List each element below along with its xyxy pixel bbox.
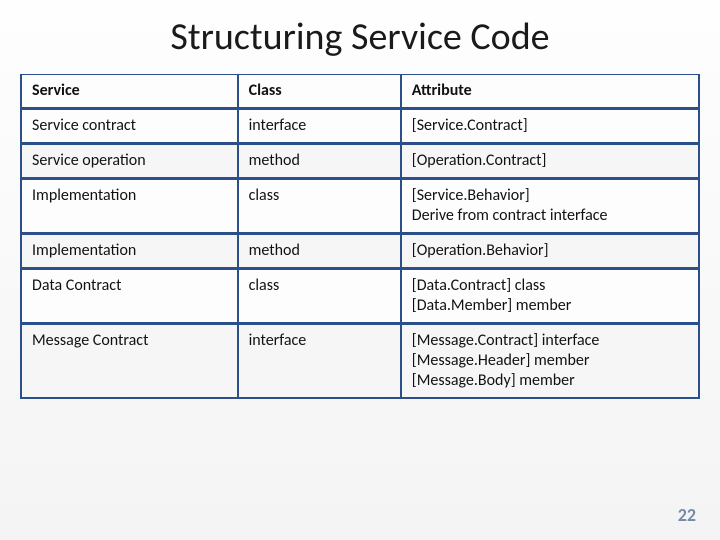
slide: Structuring Service Code Service Class A… <box>0 0 720 540</box>
cell-service: Service operation <box>20 142 238 177</box>
cell-attribute: [Operation.Behavior] <box>401 232 700 267</box>
cell-class: method <box>238 232 401 267</box>
table-row: Service operation method [Operation.Cont… <box>20 142 700 177</box>
cell-class: class <box>238 267 401 322</box>
cell-service: Implementation <box>20 232 238 267</box>
table-row: Implementation class [Service.Behavior]D… <box>20 177 700 232</box>
cell-service: Implementation <box>20 177 238 232</box>
cell-attribute: [Service.Behavior]Derive from contract i… <box>401 177 700 232</box>
cell-attribute: [Service.Contract] <box>401 107 700 142</box>
cell-service: Data Contract <box>20 267 238 322</box>
service-code-table: Service Class Attribute Service contract… <box>20 74 700 399</box>
cell-attribute: [Data.Contract] class[Data.Member] membe… <box>401 267 700 322</box>
cell-class: method <box>238 142 401 177</box>
cell-service: Service contract <box>20 107 238 142</box>
table-row: Service contract interface [Service.Cont… <box>20 107 700 142</box>
table-row: Message Contract interface [Message.Cont… <box>20 322 700 399</box>
cell-attribute: [Message.Contract] interface[Message.Hea… <box>401 322 700 399</box>
table-header-attribute: Attribute <box>401 74 700 107</box>
cell-class: interface <box>238 107 401 142</box>
table-header-service: Service <box>20 74 238 107</box>
page-number: 22 <box>678 504 696 526</box>
cell-class: interface <box>238 322 401 399</box>
cell-class: class <box>238 177 401 232</box>
table-header-class: Class <box>238 74 401 107</box>
cell-attribute: [Operation.Contract] <box>401 142 700 177</box>
table-row: Data Contract class [Data.Contract] clas… <box>20 267 700 322</box>
table-header-row: Service Class Attribute <box>20 74 700 107</box>
page-title: Structuring Service Code <box>0 0 720 70</box>
cell-service: Message Contract <box>20 322 238 399</box>
table-container: Service Class Attribute Service contract… <box>0 70 720 399</box>
table-row: Implementation method [Operation.Behavio… <box>20 232 700 267</box>
